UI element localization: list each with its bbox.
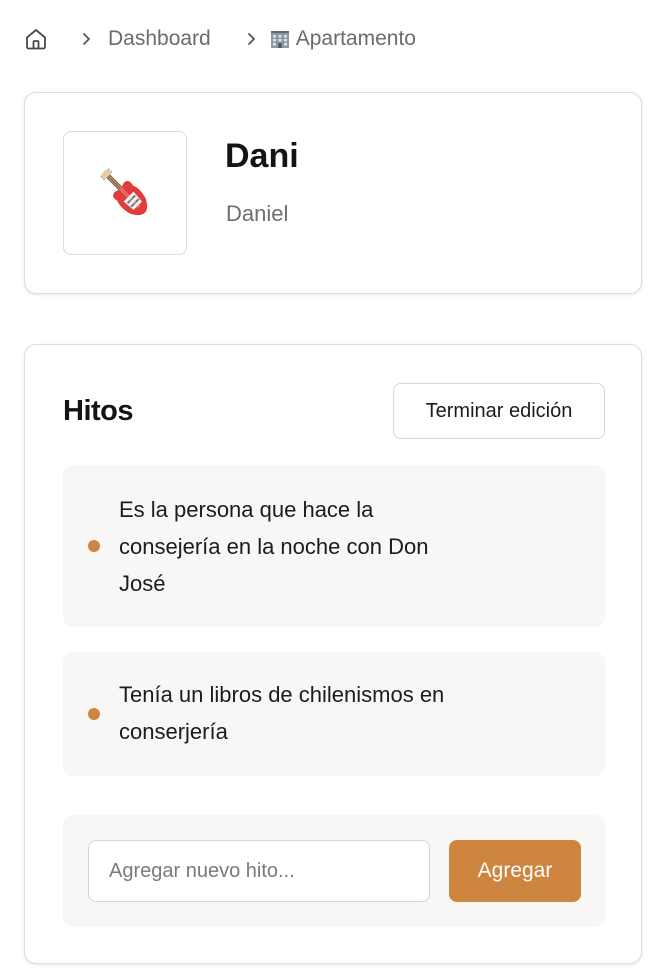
finish-editing-button[interactable]: Terminar edición [393,383,605,439]
guitar-icon [100,168,148,216]
bullet-icon [88,708,100,720]
breadcrumb-current: Apartamento [269,27,416,51]
milestone-item[interactable]: Tenía un libros de chilenismos en conser… [63,652,605,776]
bullet-icon [88,540,100,552]
profile-full-name: Daniel [226,201,289,226]
milestones-card: Hitos Terminar edición Es la persona que… [24,344,642,964]
profile-card: Dani Daniel [24,92,642,294]
milestone-text: Tenía un libros de chilenismos en conser… [119,682,445,744]
office-building-icon [270,31,289,48]
milestone-item[interactable]: Es la persona que hace la consejería en … [63,465,605,627]
add-milestone-form: Agregar [63,815,605,927]
milestones-title: Hitos [63,395,134,427]
milestone-text: Es la persona que hace la consejería en … [119,497,429,596]
breadcrumb: Dashboard Apartamento [22,22,416,56]
home-icon[interactable] [22,22,50,56]
chevron-right-icon [241,22,261,56]
breadcrumb-apartamento-label: Apartamento [295,27,416,50]
breadcrumb-dashboard[interactable]: Dashboard [108,27,211,51]
avatar [63,131,187,255]
add-milestone-button[interactable]: Agregar [449,840,581,902]
chevron-right-icon [76,22,96,56]
new-milestone-input[interactable] [88,840,430,902]
profile-name: Dani [225,137,299,175]
